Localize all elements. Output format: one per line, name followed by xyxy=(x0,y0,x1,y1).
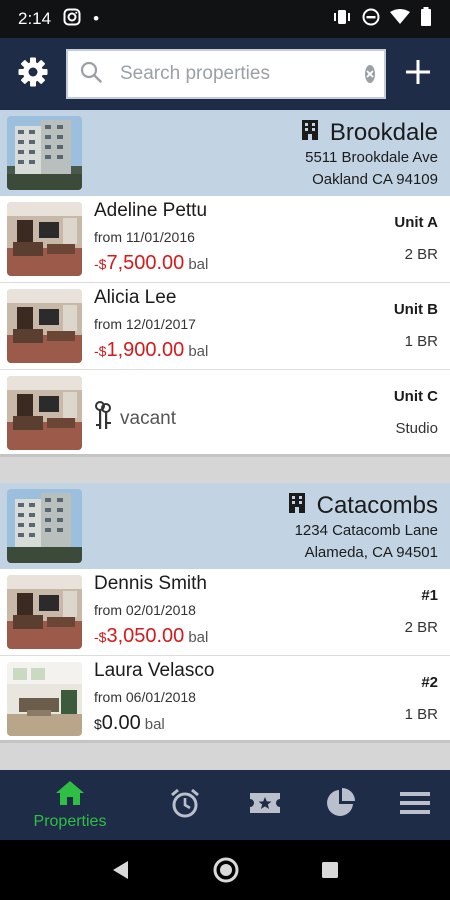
balance-suffix: bal xyxy=(188,629,209,646)
keys-icon xyxy=(94,400,112,438)
app-screen: 2:14 • Search properties Brookdale 5511 … xyxy=(0,0,450,900)
building-icon xyxy=(300,118,320,147)
tenant-name: Alicia Lee xyxy=(94,287,177,308)
property-address-line1: 5511 Brookdale Ave xyxy=(305,149,438,166)
balance-suffix: bal xyxy=(144,716,165,733)
recents-icon[interactable] xyxy=(320,860,340,880)
unit-size: 1 BR xyxy=(404,706,438,723)
balance-currency: -$ xyxy=(94,343,107,359)
tenant-name: Laura Velasco xyxy=(94,660,215,681)
pie-chart-icon xyxy=(325,787,355,823)
menu-icon xyxy=(400,791,430,820)
balance-currency: -$ xyxy=(94,629,107,645)
unit-label: Unit B xyxy=(393,301,438,318)
property-header[interactable]: Brookdale 5511 Brookdale Ave Oakland CA … xyxy=(0,110,450,196)
top-app-bar xyxy=(0,38,450,110)
nav-tickets[interactable] xyxy=(230,770,300,840)
unit-photo xyxy=(7,289,82,363)
status-time: 2:14 xyxy=(18,9,52,28)
unit-row[interactable]: vacant Unit C Studio xyxy=(0,370,450,457)
search-box[interactable] xyxy=(66,49,386,99)
balance: $ 0.00 bal xyxy=(94,712,165,735)
balance-currency: -$ xyxy=(94,256,107,272)
search-icon xyxy=(80,61,102,88)
nav-reports[interactable] xyxy=(300,770,380,840)
balance-currency: $ xyxy=(94,716,102,732)
nav-menu[interactable] xyxy=(380,770,450,840)
lease-start: from 06/01/2018 xyxy=(94,689,196,705)
unit-size: 1 BR xyxy=(404,333,438,350)
nav-properties-label: Properties xyxy=(33,812,107,830)
balance-amount: 0.00 xyxy=(101,712,141,734)
dnd-icon xyxy=(362,8,380,31)
property-name: Brookdale xyxy=(329,118,438,146)
property-photo xyxy=(7,116,82,190)
tenant-name: Adeline Pettu xyxy=(94,200,208,221)
unit-label: Unit A xyxy=(394,214,438,231)
unit-photo xyxy=(7,575,82,649)
unit-row[interactable]: Adeline Pettu from 11/01/2016 -$ 7,500.0… xyxy=(0,196,450,283)
battery-icon xyxy=(420,7,432,31)
balance: -$ 3,050.00 bal xyxy=(94,625,208,648)
unit-size: 2 BR xyxy=(404,246,438,263)
balance-amount: 7,500.00 xyxy=(106,252,185,274)
search-input[interactable] xyxy=(120,63,365,85)
unit-row[interactable]: Alicia Lee from 12/01/2017 -$ 1,900.00 b… xyxy=(0,283,450,370)
property-address-line2: Oakland CA 94109 xyxy=(312,171,438,188)
property-card: Catacombs 1234 Catacomb Lane Alameda, CA… xyxy=(0,483,450,743)
lease-start: from 12/01/2017 xyxy=(94,316,196,332)
status-bar: 2:14 • xyxy=(0,0,450,38)
vacant-label: vacant xyxy=(120,408,176,429)
unit-photo xyxy=(7,662,82,736)
building-icon xyxy=(287,491,307,520)
alarm-clock-icon xyxy=(169,787,201,824)
bottom-navigation: Properties xyxy=(0,770,450,840)
unit-photo xyxy=(7,202,82,276)
back-icon[interactable] xyxy=(110,859,132,881)
nav-reminders[interactable] xyxy=(140,770,230,840)
lease-start: from 11/01/2016 xyxy=(94,229,195,245)
vibrate-icon xyxy=(332,8,352,31)
nav-properties[interactable]: Properties xyxy=(0,770,140,840)
vacant-status: vacant xyxy=(94,400,176,438)
clear-search-button[interactable] xyxy=(365,65,375,83)
clear-icon xyxy=(366,70,374,78)
gear-icon xyxy=(17,56,49,93)
unit-label: Unit C xyxy=(393,388,438,405)
balance-amount: 1,900.00 xyxy=(106,339,185,361)
balance-amount: 3,050.00 xyxy=(106,625,185,647)
unit-row[interactable]: Dennis Smith from 02/01/2018 -$ 3,050.00… xyxy=(0,569,450,656)
property-list: Brookdale 5511 Brookdale Ave Oakland CA … xyxy=(0,110,450,770)
property-info: Brookdale 5511 Brookdale Ave Oakland CA … xyxy=(300,118,438,191)
instagram-icon xyxy=(63,8,81,31)
balance: -$ 7,500.00 bal xyxy=(94,252,208,275)
home-icon xyxy=(55,780,85,811)
ticket-star-icon xyxy=(249,791,281,820)
unit-label: #2 xyxy=(421,674,438,691)
plus-icon xyxy=(405,59,431,90)
settings-button[interactable] xyxy=(0,38,66,110)
notification-dot: • xyxy=(93,9,100,28)
unit-size: 2 BR xyxy=(404,619,438,636)
add-property-button[interactable] xyxy=(386,38,450,110)
unit-row[interactable]: Laura Velasco from 06/01/2018 $ 0.00 bal… xyxy=(0,656,450,743)
balance-suffix: bal xyxy=(188,256,209,273)
property-photo xyxy=(7,489,82,563)
property-card: Brookdale 5511 Brookdale Ave Oakland CA … xyxy=(0,110,450,457)
wifi-icon xyxy=(390,8,410,30)
unit-label: #1 xyxy=(421,587,438,604)
balance: -$ 1,900.00 bal xyxy=(94,339,208,362)
unit-size: Studio xyxy=(395,420,438,437)
property-name: Catacombs xyxy=(316,491,438,519)
property-info: Catacombs 1234 Catacomb Lane Alameda, CA… xyxy=(287,491,438,564)
lease-start: from 02/01/2018 xyxy=(94,602,196,618)
property-address-line2: Alameda, CA 94501 xyxy=(304,544,438,561)
tenant-name: Dennis Smith xyxy=(94,573,207,594)
unit-photo xyxy=(7,376,82,450)
property-address-line1: 1234 Catacomb Lane xyxy=(294,522,438,539)
property-header[interactable]: Catacombs 1234 Catacomb Lane Alameda, CA… xyxy=(0,483,450,569)
system-navigation-bar xyxy=(0,840,450,900)
home-circle-icon[interactable] xyxy=(212,856,240,884)
balance-suffix: bal xyxy=(188,343,209,360)
